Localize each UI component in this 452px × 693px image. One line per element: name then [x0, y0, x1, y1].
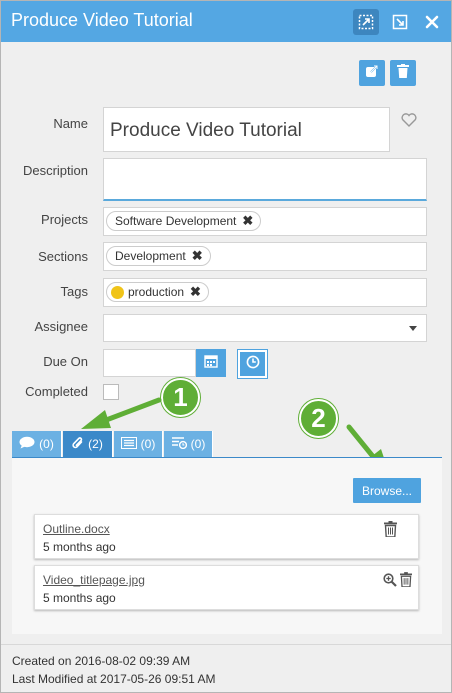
open-external-button[interactable] [359, 60, 385, 86]
popout-icon[interactable] [387, 9, 413, 35]
clock-icon [246, 355, 260, 374]
task-window: Produce Video Tutorial Name Produce Vide… [0, 0, 452, 693]
trash-icon[interactable] [400, 572, 412, 592]
callout-badge-2: 2 [299, 399, 338, 438]
attachment-link[interactable]: Outline.docx [43, 522, 110, 536]
tags-field[interactable]: production ✖ [103, 278, 427, 307]
attachment-age: 5 months ago [43, 540, 116, 554]
tag-color-dot [111, 285, 124, 299]
calendar-icon [204, 354, 218, 373]
remove-chip-icon[interactable]: ✖ [192, 248, 203, 264]
title-bar: Produce Video Tutorial [1, 1, 451, 42]
section-chip-label: Development [115, 249, 186, 263]
paperclip-icon [72, 436, 84, 453]
modified-timestamp: Last Modified at 2017-05-26 09:51 AM [12, 672, 216, 686]
sections-label: Sections [38, 249, 88, 264]
tab-count: (0) [39, 437, 54, 451]
tag-chip: production ✖ [106, 282, 209, 302]
project-chip-label: Software Development [115, 214, 237, 228]
attachment-item: Outline.docx 5 months ago [34, 514, 419, 559]
tab-count: (2) [88, 437, 103, 451]
zoom-in-icon[interactable] [383, 573, 397, 592]
checklist-icon [171, 436, 187, 452]
attachment-age: 5 months ago [43, 591, 116, 605]
expand-icon[interactable] [353, 9, 379, 35]
sections-field[interactable]: Development ✖ [103, 242, 427, 271]
footer-divider [1, 644, 451, 645]
tab-comments[interactable]: (0) [12, 431, 62, 457]
projects-field[interactable]: Software Development ✖ [103, 207, 427, 236]
tab-count: (0) [140, 437, 156, 451]
callout-arrow-1 [81, 397, 162, 429]
projects-label: Projects [41, 212, 88, 227]
calendar-button[interactable] [196, 349, 226, 377]
assignee-label: Assignee [34, 319, 88, 334]
open-external-icon [365, 64, 379, 83]
tab-notes[interactable]: (0) [114, 431, 163, 457]
due-date-input[interactable] [103, 349, 196, 377]
favorite-heart-icon[interactable] [401, 113, 417, 132]
name-input[interactable]: Produce Video Tutorial [103, 107, 390, 152]
window-title: Produce Video Tutorial [11, 10, 193, 30]
close-icon[interactable] [419, 9, 445, 35]
tab-count: (0) [190, 437, 206, 451]
tab-checklist[interactable]: (0) [164, 431, 213, 457]
created-timestamp: Created on 2016-08-02 09:39 AM [12, 654, 191, 668]
tags-label: Tags [60, 284, 88, 299]
time-button[interactable] [237, 349, 268, 379]
trash-icon [397, 63, 409, 83]
due-label: Due On [43, 354, 88, 369]
tag-chip-label: production [128, 285, 185, 299]
attachment-item: Video_titlepage.jpg 5 months ago [34, 565, 419, 610]
chevron-down-icon [409, 326, 417, 331]
remove-chip-icon[interactable]: ✖ [242, 213, 253, 229]
trash-icon[interactable] [384, 521, 397, 542]
callout-badge-1: 1 [161, 378, 200, 417]
assignee-select[interactable] [103, 314, 427, 342]
project-chip: Software Development ✖ [106, 211, 262, 231]
tab-attachments[interactable]: (2) [63, 431, 113, 457]
delete-button[interactable] [390, 60, 416, 86]
list-icon [120, 436, 137, 452]
description-label: Description [22, 163, 88, 178]
description-input[interactable] [103, 158, 427, 201]
attachment-link[interactable]: Video_titlepage.jpg [43, 573, 145, 587]
comment-icon [19, 436, 35, 452]
browse-button[interactable]: Browse... [353, 478, 421, 503]
section-chip: Development ✖ [106, 246, 211, 266]
name-label: Name [53, 116, 88, 131]
remove-chip-icon[interactable]: ✖ [190, 284, 201, 300]
